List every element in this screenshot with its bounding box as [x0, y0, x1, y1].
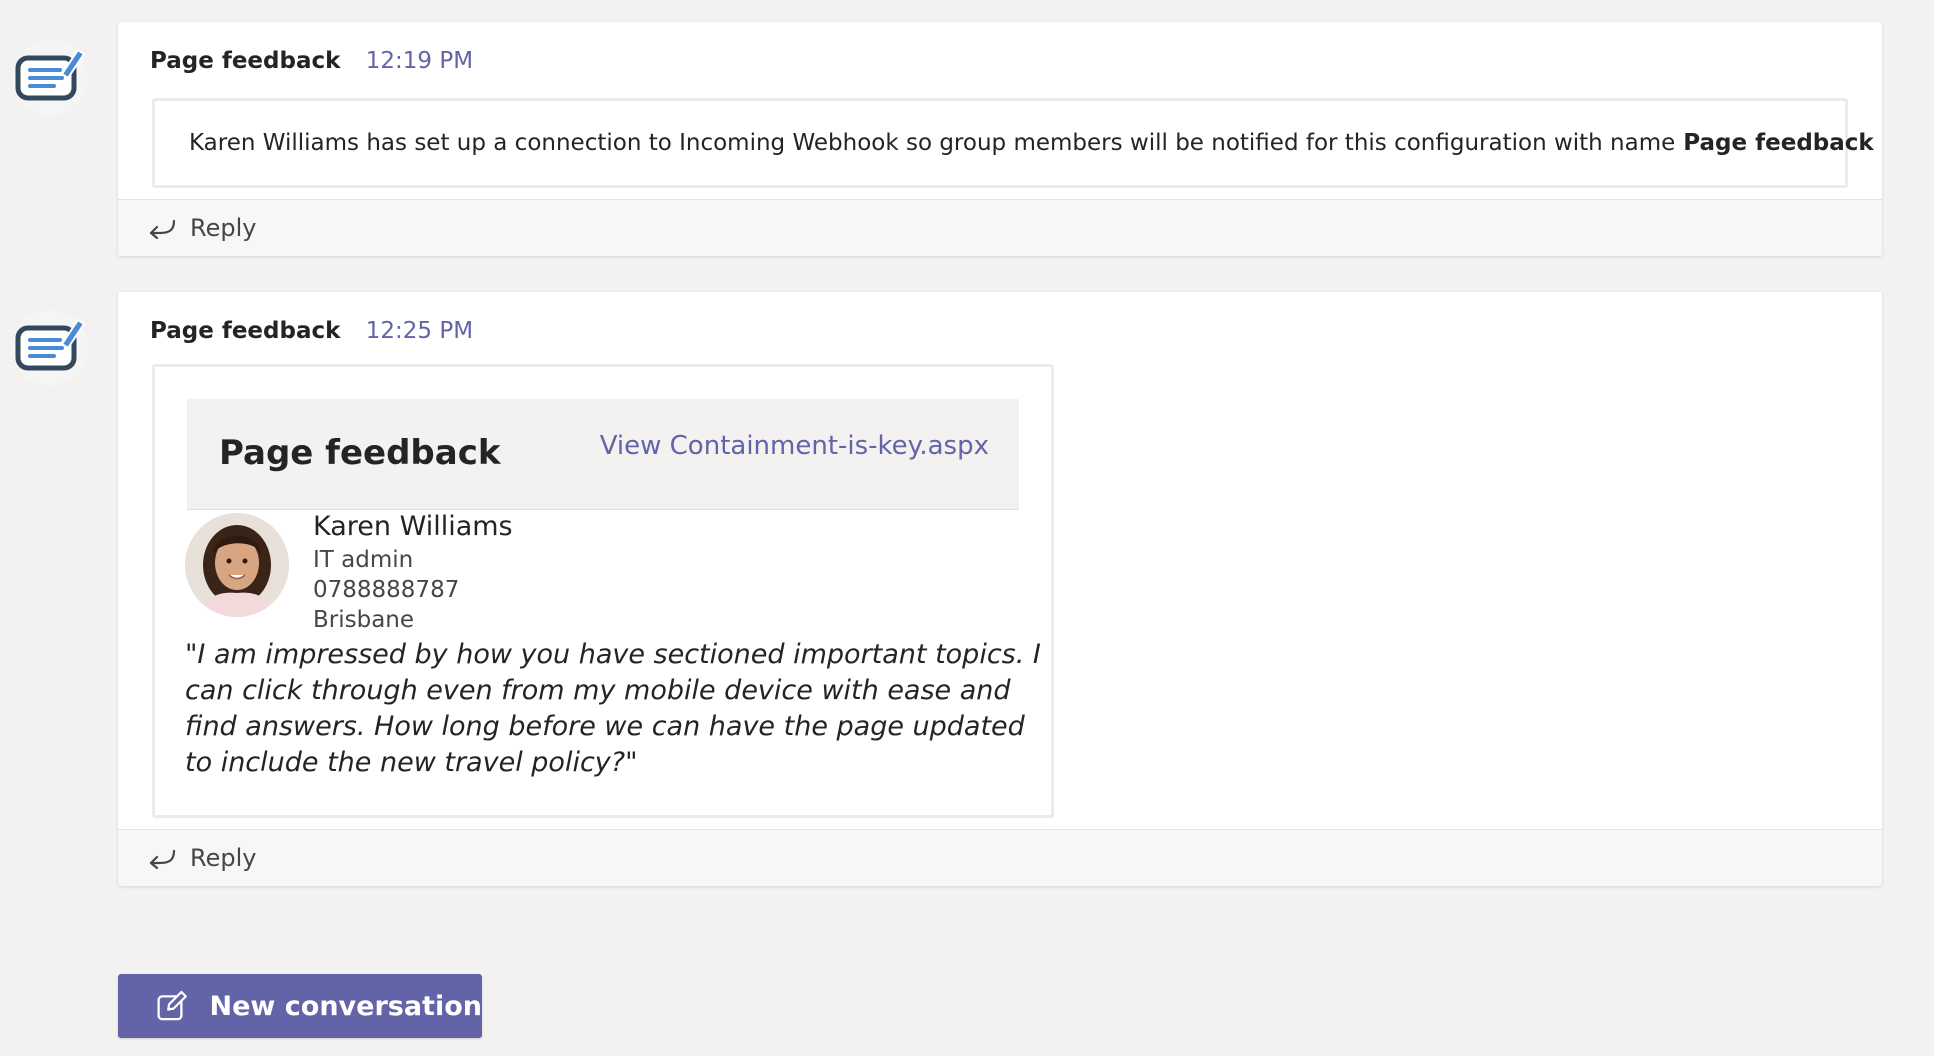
reply-label: Reply — [190, 844, 257, 872]
reply-bar: Reply — [118, 199, 1882, 256]
person-location: Brisbane — [313, 607, 415, 633]
feedback-notes-icon — [15, 318, 86, 371]
new-conversation-button[interactable]: New conversation — [118, 974, 482, 1038]
feedback-card: Page feedback View Containment-is-key.as… — [152, 364, 1054, 818]
feedback-card-title: Page feedback — [219, 433, 501, 473]
person-name: Karen Williams — [313, 511, 513, 542]
reply-bar: Reply — [118, 829, 1882, 886]
person-details: Karen Williams IT admin 0788888787 Brisb… — [313, 509, 513, 635]
feedback-notes-icon — [15, 48, 86, 101]
notice-config-name: Page feedback — [1683, 130, 1874, 156]
message-card: Page feedback 12:25 PM Page feedback Vie… — [118, 292, 1882, 886]
message-header: Page feedback 12:19 PM — [150, 46, 473, 76]
notice-text: Karen Williams has set up a connection t… — [189, 130, 1676, 156]
reply-button[interactable]: Reply — [148, 842, 256, 874]
reply-arrow-icon — [149, 849, 176, 869]
message-timestamp[interactable]: 12:25 PM — [366, 318, 473, 344]
feedback-quote: "I am impressed by how you have sectione… — [185, 639, 1041, 778]
new-conversation-label: New conversation — [209, 990, 482, 1022]
compose-icon — [157, 990, 187, 1021]
view-page-link[interactable]: View Containment-is-key.aspx — [600, 431, 989, 461]
person-role: IT admin — [313, 547, 414, 573]
person-avatar — [185, 513, 289, 617]
person-phone: 0788888787 — [313, 577, 460, 603]
message-timestamp[interactable]: 12:19 PM — [366, 48, 473, 74]
sender-name: Page feedback — [150, 48, 341, 74]
connector-notice: Karen Williams has set up a connection t… — [152, 98, 1874, 188]
message-card: Page feedback 12:19 PM Karen Williams ha… — [118, 22, 1882, 256]
sender-name: Page feedback — [150, 318, 341, 344]
message-header: Page feedback 12:25 PM — [150, 316, 473, 346]
reply-button[interactable]: Reply — [148, 212, 256, 244]
bot-avatar[interactable] — [12, 40, 88, 116]
reply-label: Reply — [190, 214, 257, 242]
bot-avatar[interactable] — [12, 310, 88, 386]
reply-arrow-icon — [149, 219, 176, 239]
feedback-card-header: Page feedback View Containment-is-key.as… — [187, 399, 1019, 510]
